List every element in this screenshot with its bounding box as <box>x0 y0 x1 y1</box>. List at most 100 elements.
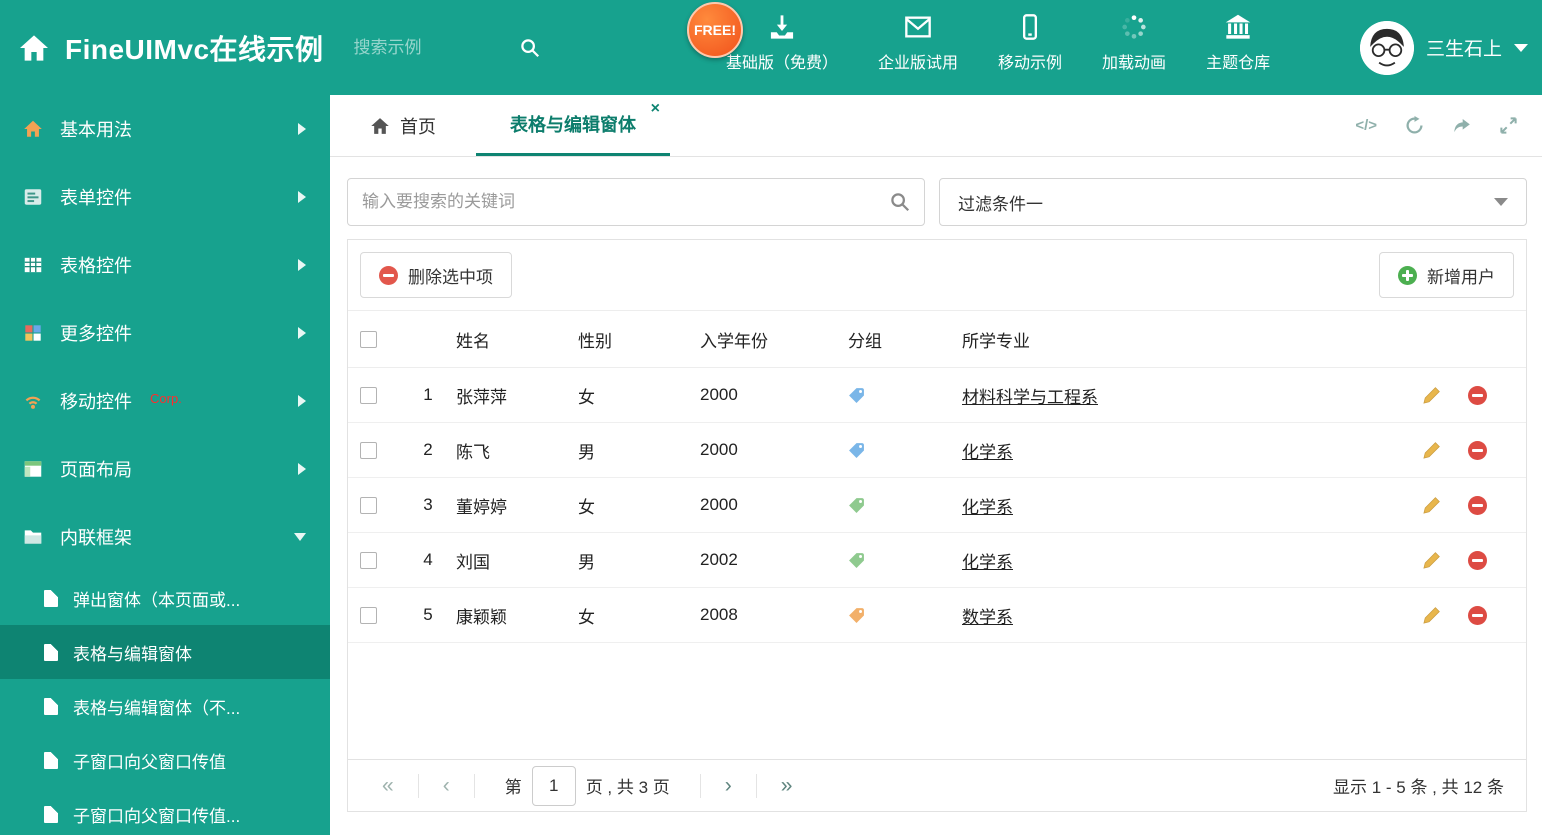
row-number: 1 <box>423 385 433 404</box>
chevron-down-icon <box>1494 198 1508 206</box>
signal-icon <box>25 396 41 409</box>
nav-theme-store[interactable]: 主题仓库 <box>1206 13 1270 73</box>
edit-icon[interactable] <box>1422 441 1441 460</box>
user-menu[interactable]: 三生石上 <box>1359 0 1528 95</box>
table-row[interactable]: 3 董婷婷 女 2000 化学系 <box>348 478 1526 533</box>
pagination-summary: 显示 1 - 5 条 , 共 12 条 <box>1333 778 1504 797</box>
major-link[interactable]: 材料科学与工程系 <box>962 388 1098 407</box>
page-number-input[interactable] <box>531 765 576 806</box>
sidebar-item-grid-controls[interactable]: 表格控件 <box>0 231 330 299</box>
filter-bar: 过滤条件一 <box>330 157 1542 226</box>
tab-grid-edit-window[interactable]: 表格与编辑窗体 × <box>476 95 670 156</box>
add-user-label: 新增用户 <box>1427 267 1495 287</box>
table-row[interactable]: 1 张萍萍 女 2000 材料科学与工程系 <box>348 368 1526 423</box>
edit-icon[interactable] <box>1422 606 1441 625</box>
row-checkbox[interactable] <box>360 441 377 459</box>
nav-enterprise-trial[interactable]: 企业版试用 <box>878 13 958 73</box>
form-icon <box>24 189 42 205</box>
layout-icon <box>24 461 42 477</box>
tag-icon <box>849 497 864 513</box>
delete-icon[interactable] <box>1467 605 1487 625</box>
sidebar-subitem-label: 表格与编辑窗体 <box>73 644 192 664</box>
divider <box>417 773 419 798</box>
mobile-icon <box>1023 14 1038 40</box>
home-icon <box>20 34 48 61</box>
delete-icon[interactable] <box>1467 550 1487 570</box>
next-page-button[interactable]: › <box>721 775 736 796</box>
grid-panel: 删除选中项 新增用户 姓名 性别 入学年份 分组 所学专业 1 张萍萍 女 20… <box>347 239 1527 812</box>
add-user-button[interactable]: 新增用户 <box>1379 252 1514 298</box>
search-icon[interactable] <box>890 192 910 212</box>
delete-selected-label: 删除选中项 <box>408 267 493 287</box>
share-icon[interactable] <box>1452 116 1471 135</box>
close-icon[interactable]: × <box>651 101 660 117</box>
row-number: 4 <box>423 550 433 569</box>
table-row[interactable]: 4 刘国 男 2002 化学系 <box>348 533 1526 588</box>
sidebar-subitem-grid-edit-window[interactable]: 表格与编辑窗体 <box>0 625 330 679</box>
column-year: 入学年份 <box>700 331 768 351</box>
delete-icon[interactable] <box>1467 495 1487 515</box>
view-source-icon[interactable]: </> <box>1355 117 1377 134</box>
prev-page-button[interactable]: ‹ <box>439 775 454 796</box>
edit-icon[interactable] <box>1422 496 1441 515</box>
sidebar-item-basic-usage[interactable]: 基本用法 <box>0 95 330 163</box>
select-all-checkbox[interactable] <box>360 330 377 348</box>
sidebar-subitem-label: 子窗口向父窗口传值 <box>73 752 226 772</box>
sidebar: 基本用法 表单控件 表格控件 更多控件 移动控件 Corp. 页面布局 内联框架… <box>0 95 330 835</box>
tab-home[interactable]: 首页 <box>344 95 462 156</box>
sidebar-item-form-controls[interactable]: 表单控件 <box>0 163 330 231</box>
sidebar-item-inline-frame[interactable]: 内联框架 <box>0 503 330 571</box>
sidebar-subitem-child-to-parent-2[interactable]: 子窗口向父窗口传值... <box>0 787 330 835</box>
delete-icon[interactable] <box>1467 385 1487 405</box>
chevron-right-icon <box>298 259 306 271</box>
envelope-icon <box>905 16 931 38</box>
nav-mobile-demo[interactable]: 移动示例 <box>998 13 1062 73</box>
nav-loading-animation[interactable]: 加载动画 <box>1102 13 1166 73</box>
edit-icon[interactable] <box>1422 386 1441 405</box>
download-icon <box>770 15 794 39</box>
header-search-input[interactable] <box>353 37 504 58</box>
table-icon <box>24 257 42 273</box>
corp-badge: Corp. <box>150 390 182 406</box>
keyword-search-input[interactable] <box>362 192 890 212</box>
main-content: 首页 表格与编辑窗体 × </> 输入要搜索的关键词 过滤条件一 删除选中项 新… <box>330 95 1542 835</box>
major-link[interactable]: 化学系 <box>962 498 1013 517</box>
major-link[interactable]: 化学系 <box>962 443 1013 462</box>
search-icon[interactable] <box>520 38 540 58</box>
table-row[interactable]: 5 康颖颖 女 2008 数学系 <box>348 588 1526 643</box>
filter-dropdown[interactable]: 过滤条件一 <box>939 178 1527 226</box>
refresh-icon[interactable] <box>1405 116 1424 135</box>
sidebar-item-more-controls[interactable]: 更多控件 <box>0 299 330 367</box>
table-row[interactable]: 2 陈飞 男 2000 化学系 <box>348 423 1526 478</box>
edit-icon[interactable] <box>1422 551 1441 570</box>
sidebar-item-mobile-controls[interactable]: 移动控件 Corp. <box>0 367 330 435</box>
sidebar-item-page-layout[interactable]: 页面布局 <box>0 435 330 503</box>
sidebar-subitem-label: 表格与编辑窗体（不... <box>73 698 241 718</box>
header-search <box>353 37 540 58</box>
major-link[interactable]: 数学系 <box>962 608 1013 627</box>
sidebar-item-label: 移动控件 <box>60 392 132 412</box>
cell-name: 董婷婷 <box>456 497 507 517</box>
tag-icon <box>849 442 864 458</box>
sidebar-subitem-popup-window[interactable]: 弹出窗体（本页面或... <box>0 571 330 625</box>
minus-circle-icon <box>379 265 398 285</box>
first-page-button[interactable]: « <box>378 775 398 796</box>
filter-dropdown-value: 过滤条件一 <box>958 194 1043 214</box>
row-checkbox[interactable] <box>360 386 377 404</box>
sidebar-subitem-label: 弹出窗体（本页面或... <box>73 590 241 610</box>
cell-gender: 男 <box>578 552 595 572</box>
brand[interactable]: FineUIMvc在线示例 <box>0 28 324 68</box>
row-checkbox[interactable] <box>360 606 377 624</box>
sidebar-subitem-grid-edit-window-2[interactable]: 表格与编辑窗体（不... <box>0 679 330 733</box>
major-link[interactable]: 化学系 <box>962 553 1013 572</box>
nav-label: 基础版（免费） <box>726 55 839 72</box>
row-checkbox[interactable] <box>360 496 377 514</box>
sidebar-subitem-child-to-parent[interactable]: 子窗口向父窗口传值 <box>0 733 330 787</box>
row-checkbox[interactable] <box>360 551 377 569</box>
last-page-button[interactable]: » <box>777 775 797 796</box>
delete-selected-button[interactable]: 删除选中项 <box>360 252 512 298</box>
chevron-right-icon <box>298 463 306 475</box>
nav-basic-edition[interactable]: 基础版（免费） <box>726 13 838 73</box>
delete-icon[interactable] <box>1467 440 1487 460</box>
fullscreen-icon[interactable] <box>1499 116 1518 135</box>
